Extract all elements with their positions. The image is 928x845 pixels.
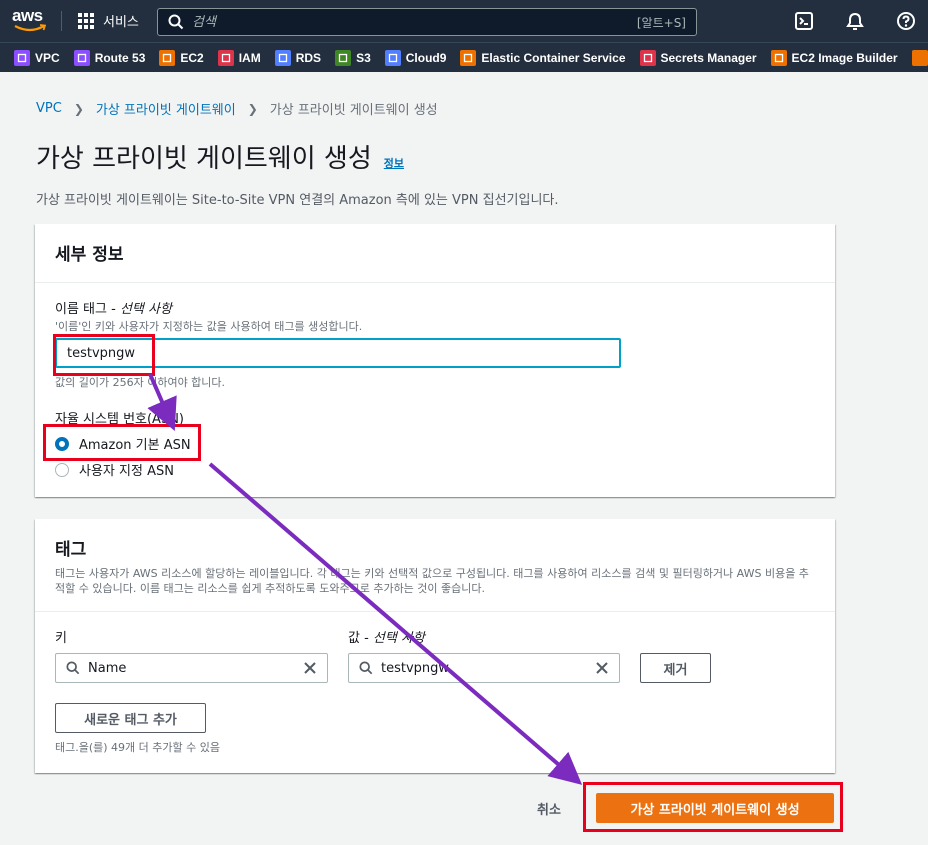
- favorite-label: Elastic Container Service: [481, 50, 626, 65]
- breadcrumb-vpc-link[interactable]: VPC: [36, 101, 62, 116]
- page-title-row: 가상 프라이빗 게이트웨이 생성 정보: [36, 138, 404, 175]
- rds-icon: [274, 49, 291, 66]
- asn-option-amazon-label: Amazon 기본 ASN: [79, 438, 191, 453]
- asn-label: 자율 시스템 번호(ASN): [55, 412, 184, 427]
- tag-value-field[interactable]: testvpngw: [348, 653, 620, 683]
- tag-key-field[interactable]: Name: [55, 653, 328, 683]
- chevron-right-icon: ❯: [247, 101, 258, 116]
- favorite-ec2[interactable]: EC2: [159, 49, 204, 66]
- search-input[interactable]: [192, 14, 632, 30]
- image-builder-icon: [770, 49, 787, 66]
- breadcrumb-current: 가상 프라이빗 게이트웨이 생성: [269, 103, 438, 118]
- favorite-label: S3: [356, 50, 371, 65]
- favorite-cloud9[interactable]: Cloud9: [384, 49, 447, 66]
- secrets-manager-icon: [639, 49, 656, 66]
- services-label: 서비스: [103, 15, 139, 30]
- favorite-iam[interactable]: IAM: [217, 49, 261, 66]
- chevron-right-icon: ❯: [73, 101, 84, 116]
- name-tag-input[interactable]: [57, 340, 619, 366]
- favorite-label: EC2 Image Builder: [791, 50, 898, 65]
- tag-key-value[interactable]: Name: [88, 661, 126, 676]
- favorite-label: IAM: [238, 50, 261, 65]
- vpc-icon: [14, 49, 30, 66]
- details-heading: 세부 정보: [55, 245, 124, 265]
- search-shortcut: [알트+S]: [636, 16, 686, 30]
- search-icon: [66, 661, 80, 675]
- route53-icon: [73, 49, 90, 66]
- tags-remaining: 태그.을(를) 49개 더 추가할 수 있음: [55, 741, 220, 754]
- favorite-label: VPC: [35, 50, 60, 65]
- aws-smile-icon: [14, 24, 46, 32]
- page-title: 가상 프라이빗 게이트웨이 생성: [36, 144, 372, 174]
- remove-tag-button[interactable]: 제거: [640, 653, 711, 683]
- favorite-secrets-manager[interactable]: Secrets Manager: [639, 49, 757, 66]
- radio-checked-icon[interactable]: [55, 436, 69, 451]
- tag-key-label: 키: [55, 631, 67, 646]
- more-favorites-icon[interactable]: [911, 49, 928, 66]
- favorite-image-builder[interactable]: EC2 Image Builder: [770, 49, 898, 66]
- favorite-label: EC2: [180, 50, 204, 65]
- grid-icon: [78, 12, 94, 29]
- help-icon[interactable]: [896, 11, 916, 31]
- info-link[interactable]: 정보: [384, 155, 404, 171]
- add-tag-button[interactable]: 새로운 태그 추가: [55, 703, 206, 733]
- services-menu-button[interactable]: 서비스: [78, 11, 139, 30]
- favorite-s3[interactable]: S3: [335, 49, 371, 66]
- create-vgw-button[interactable]: 가상 프라이빗 게이트웨이 생성: [596, 793, 834, 823]
- global-search[interactable]: [알트+S]: [157, 8, 697, 36]
- cancel-button[interactable]: 취소: [537, 799, 561, 818]
- nav-divider: [61, 11, 62, 31]
- tags-panel: 태그 태그는 사용자가 AWS 리소스에 할당하는 레이블입니다. 각 태그는 …: [35, 519, 835, 773]
- s3-icon: [335, 49, 352, 66]
- details-panel: 세부 정보 이름 태그 - 선택 사항 '이름'인 키와 사용자가 지정하는 값…: [35, 224, 835, 497]
- top-navigation: aws 서비스 [알트+S]: [0, 0, 928, 42]
- name-tag-hint: '이름'인 키와 사용자가 지정하는 값을 사용하여 태그를 생성합니다.: [55, 320, 363, 333]
- name-tag-constraint: 값의 길이가 256자 이하여야 합니다.: [55, 376, 226, 389]
- breadcrumb: VPC ❯ 가상 프라이빗 게이트웨이 ❯ 가상 프라이빗 게이트웨이 생성: [36, 99, 438, 118]
- ecs-icon: [460, 49, 477, 66]
- page-description: 가상 프라이빗 게이트웨이는 Site-to-Site VPN 연결의 Amaz…: [36, 193, 559, 208]
- tag-value-label: 값 - 선택 사항: [348, 631, 425, 646]
- details-panel-header: 세부 정보: [35, 224, 835, 283]
- tags-description: 태그는 사용자가 AWS 리소스에 할당하는 레이블입니다. 각 태그는 키와 …: [55, 567, 809, 595]
- search-icon: [168, 14, 184, 30]
- favorite-route53[interactable]: Route 53: [73, 49, 146, 66]
- search-icon: [359, 661, 373, 675]
- cloud9-icon: [384, 49, 401, 66]
- radio-unchecked-icon[interactable]: [55, 462, 69, 477]
- name-tag-label: 이름 태그 - 선택 사항: [55, 302, 172, 317]
- aws-logo[interactable]: aws: [12, 6, 48, 34]
- favorite-rds[interactable]: RDS: [274, 49, 322, 66]
- clear-icon[interactable]: [303, 661, 317, 675]
- favorite-ecs[interactable]: Elastic Container Service: [460, 49, 626, 66]
- asn-option-amazon[interactable]: Amazon 기본 ASN: [55, 434, 191, 453]
- tags-panel-header: 태그 태그는 사용자가 AWS 리소스에 할당하는 레이블입니다. 각 태그는 …: [35, 519, 835, 612]
- name-tag-field[interactable]: [55, 338, 621, 368]
- ec2-icon: [159, 49, 176, 66]
- aws-logo-text: aws: [12, 6, 43, 25]
- breadcrumb-vgw-link[interactable]: 가상 프라이빗 게이트웨이: [96, 99, 236, 118]
- asn-option-custom-label: 사용자 지정 ASN: [79, 464, 174, 479]
- clear-icon[interactable]: [595, 661, 609, 675]
- cloudshell-icon[interactable]: [794, 11, 814, 31]
- asn-option-custom[interactable]: 사용자 지정 ASN: [55, 460, 174, 479]
- favorite-vpc[interactable]: VPC: [14, 49, 60, 66]
- notifications-bell-icon[interactable]: [845, 11, 865, 31]
- favorite-label: Secrets Manager: [660, 50, 757, 65]
- iam-icon: [217, 49, 234, 66]
- tags-heading: 태그: [55, 540, 87, 560]
- favorite-label: Route 53: [94, 50, 146, 65]
- tag-value-value[interactable]: testvpngw: [381, 661, 449, 676]
- favorites-bar: VPC Route 53 EC2 IAM RDS S3 Cloud9 Elastic Cont…: [0, 42, 928, 72]
- favorite-label: Cloud9: [405, 50, 447, 65]
- favorite-label: RDS: [295, 50, 322, 65]
